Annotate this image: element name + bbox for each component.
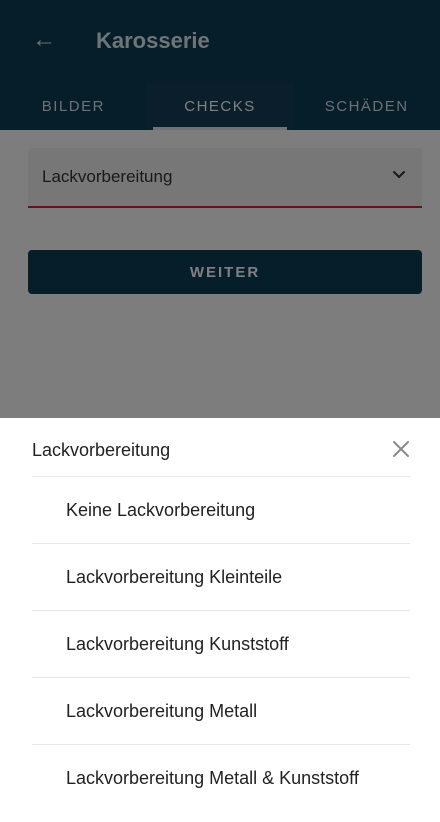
option-lackvorbereitung-metall-kunststoff[interactable]: Lackvorbereitung Metall & Kunststoff [32,744,410,811]
option-keine-lackvorbereitung[interactable]: Keine Lackvorbereitung [32,476,410,543]
option-label: Lackvorbereitung Metall [66,700,258,721]
sheet-title: Lackvorbereitung [32,440,171,460]
option-label: Lackvorbereitung Kunststoff [66,633,289,654]
option-label: Lackvorbereitung Kleinteile [66,566,283,587]
option-lackvorbereitung-kunststoff[interactable]: Lackvorbereitung Kunststoff [32,610,410,677]
app-screen: ← Karosserie BILDER CHECKS SCHÄDEN Lackv… [0,0,440,822]
option-label: Keine Lackvorbereitung [66,499,256,520]
option-label: Lackvorbereitung Metall & Kunststoff [66,767,359,788]
sheet-header: Lackvorbereitung [0,418,440,476]
close-icon[interactable] [390,438,412,460]
bottom-sheet: Lackvorbereitung Keine Lackvorbereitung … [0,418,440,822]
option-lackvorbereitung-kleinteile[interactable]: Lackvorbereitung Kleinteile [32,543,410,610]
option-lackvorbereitung-metall[interactable]: Lackvorbereitung Metall [32,677,410,744]
